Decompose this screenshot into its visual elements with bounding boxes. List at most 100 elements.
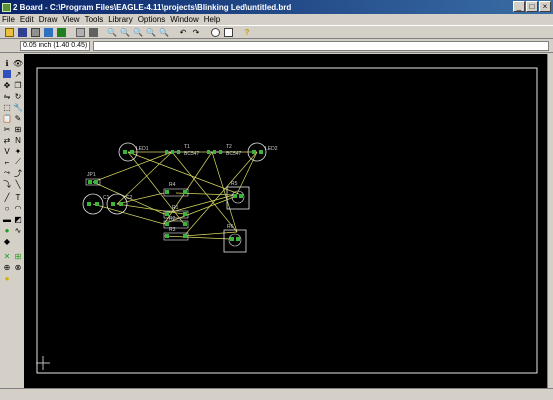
open-icon[interactable] [3,26,15,38]
vertical-scrollbar[interactable] [547,54,553,388]
title-bar: 2 Board - C:\Program Files\EAGLE-4.11\pr… [0,0,553,14]
line-icon[interactable]: ╱ [2,192,12,202]
delete-icon[interactable]: ✎ [13,113,23,123]
menu-library[interactable]: Library [108,15,132,24]
split-icon[interactable]: ⟋ [13,157,23,167]
t2 [207,150,223,154]
via-icon[interactable]: ● [2,225,12,235]
drc-icon[interactable]: ⊗ [13,262,23,272]
r4-label: R4 [169,182,176,188]
t2-value: BC547 [226,151,242,157]
toolbar-separator [68,26,73,38]
wire-icon[interactable]: ╲ [13,179,23,189]
toolbar-separator [203,26,208,38]
r4 [163,188,189,197]
display-layers-icon[interactable] [2,69,12,79]
add-icon[interactable]: ⊞ [13,124,23,134]
command-bar: 0.05 inch (1.40 0.45) [0,40,553,53]
status-bar [0,388,553,400]
hole-icon[interactable]: ◆ [2,236,12,246]
zoom-out-icon[interactable]: 🔍 [132,26,144,38]
value-icon[interactable]: V [2,146,12,156]
mark-icon[interactable]: ↗ [13,69,23,79]
close-button[interactable]: × [539,1,551,12]
redo-icon[interactable]: ↷ [190,26,202,38]
print-icon[interactable] [29,26,41,38]
save-icon[interactable] [16,26,28,38]
auto-route-icon[interactable]: ⊞ [13,251,23,261]
r2-label: R2 [169,216,176,222]
redraw-icon[interactable]: 🔍 [145,26,157,38]
board-canvas[interactable]: LED1 T1 BC547 T2 BC547 LED2 JP1 C1 C2 R4… [24,54,550,388]
route-icon[interactable]: ⤴ [13,168,23,178]
circle-icon[interactable]: ○ [2,203,12,213]
menu-help[interactable]: Help [204,15,220,24]
menu-bar: File Edit Draw View Tools Library Option… [0,14,553,25]
r6 [223,229,247,253]
minimize-button[interactable]: _ [513,1,525,12]
menu-draw[interactable]: Draw [39,15,58,24]
polygon-icon[interactable]: ◩ [13,214,23,224]
toolbar-separator [171,26,176,38]
optimize-icon[interactable]: ⤳ [2,168,12,178]
menu-tools[interactable]: Tools [85,15,104,24]
r1-label: R1 [172,205,179,211]
t1 [165,150,181,154]
help-icon[interactable]: ? [241,26,253,38]
show-icon[interactable]: 👁 [13,58,23,68]
name-icon[interactable]: N [13,135,23,145]
stop-icon[interactable] [209,26,221,38]
copy-icon[interactable]: ❐ [13,80,23,90]
r2 [163,220,189,229]
arc-icon[interactable]: ◠ [13,203,23,213]
text-icon[interactable]: T [13,192,23,202]
board-switch-icon[interactable] [55,26,67,38]
c2-label: C2 [126,195,133,201]
jp1-label: JP1 [87,172,96,178]
t1-name: T1 [184,144,190,150]
led1-label: LED1 [136,146,149,152]
info-icon[interactable]: ℹ [2,58,12,68]
go-icon[interactable] [222,26,234,38]
menu-options[interactable]: Options [138,15,166,24]
erc-icon[interactable]: ⊕ [2,262,12,272]
zoom-fit-icon[interactable]: 🔍 [106,26,118,38]
script-icon[interactable] [74,26,86,38]
group-icon[interactable]: ⬚ [2,102,12,112]
eagle-app-icon [2,2,11,12]
signal-icon[interactable]: ∿ [13,225,23,235]
led2-label: LED2 [265,146,278,152]
rotate-icon[interactable]: ↻ [13,91,23,101]
zoom-select-icon[interactable]: 🔍 [158,26,170,38]
smash-icon[interactable]: ✦ [13,146,23,156]
menu-edit[interactable]: Edit [20,15,34,24]
mirror-icon[interactable]: ⇋ [2,91,12,101]
run-ulp-icon[interactable] [87,26,99,38]
change-icon[interactable]: 🔧 [13,102,23,112]
zoom-in-icon[interactable]: 🔍 [119,26,131,38]
undo-icon[interactable]: ↶ [177,26,189,38]
rect-icon[interactable]: ▬ [2,214,12,224]
command-input[interactable] [93,41,549,51]
r6-label: R6 [227,224,234,230]
maximize-button[interactable]: □ [526,1,538,12]
replace-icon[interactable]: ⇄ [2,135,12,145]
ratsnest-icon[interactable]: ✕ [2,251,12,261]
move-icon[interactable]: ✥ [2,80,12,90]
ripup-icon[interactable]: ⤵ [2,179,12,189]
main-toolbar: 🔍 🔍 🔍 🔍 🔍 ↶ ↷ ? [0,25,553,39]
cam-processor-icon[interactable] [42,26,54,38]
board-outline [36,67,538,374]
menu-view[interactable]: View [62,15,79,24]
menu-window[interactable]: Window [170,15,198,24]
tool-palette: ℹ 👁 ↗ ✥ ❐ ⇋ ↻ ⬚ 🔧 📋 ✎ ✂ ⊞ ⇄ N V ✦ ⌐ ⟋ ⤳ … [0,54,24,400]
errors-icon[interactable]: ● [2,273,12,283]
r1 [163,210,189,219]
menu-file[interactable]: File [2,15,15,24]
toolbar-separator [235,26,240,38]
board-drawing: LED1 T1 BC547 T2 BC547 LED2 JP1 C1 C2 R4… [36,67,538,374]
paste-icon[interactable]: 📋 [2,113,12,123]
cut-icon[interactable]: ✂ [2,124,12,134]
t2-name: T2 [226,144,232,150]
miter-icon[interactable]: ⌐ [2,157,12,167]
